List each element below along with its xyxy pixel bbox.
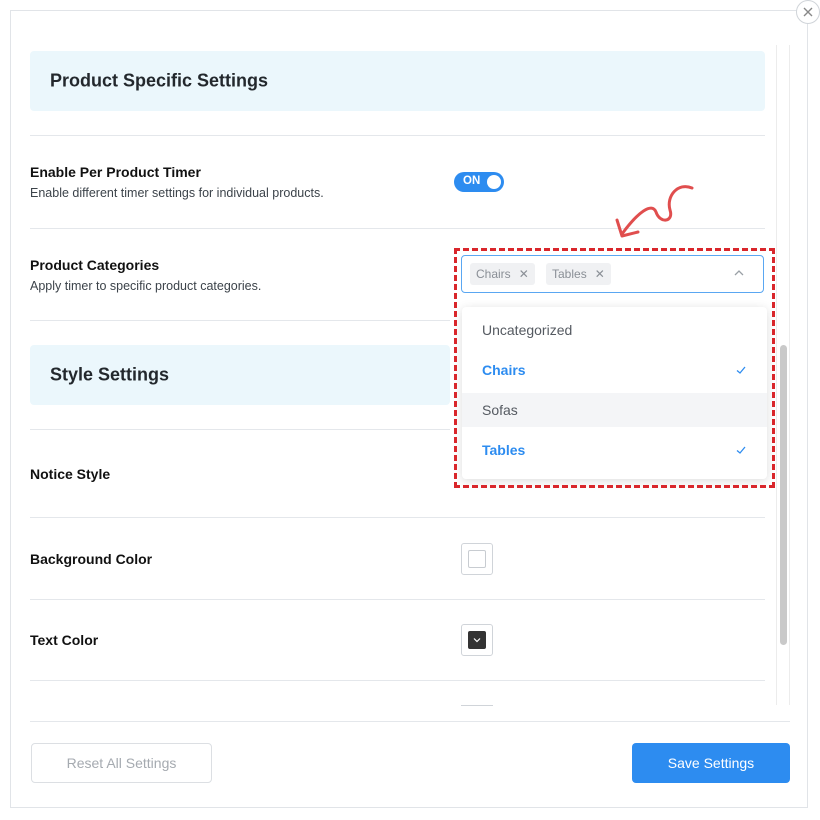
per-product-timer-toggle[interactable]: ON: [454, 172, 504, 192]
chip-label: Tables: [552, 267, 587, 281]
divider: [30, 135, 765, 136]
text-color-preview: [468, 631, 486, 649]
reset-all-settings-button[interactable]: Reset All Settings: [31, 743, 212, 783]
background-color-picker[interactable]: [461, 543, 493, 575]
save-settings-button[interactable]: Save Settings: [632, 743, 790, 783]
per-product-timer-description: Enable different timer settings for indi…: [30, 186, 324, 200]
check-icon: [736, 366, 746, 374]
chevron-up-icon[interactable]: [732, 266, 746, 280]
categories-dropdown: Uncategorized Chairs Sofas Tables: [462, 307, 767, 479]
option-label: Uncategorized: [482, 322, 573, 338]
remove-chip-icon[interactable]: ✕: [519, 267, 529, 281]
dropdown-option-uncategorized[interactable]: Uncategorized: [462, 313, 767, 347]
product-categories-label: Product Categories: [30, 257, 160, 273]
divider: [30, 320, 450, 321]
partial-color-picker: [461, 705, 493, 706]
close-button[interactable]: [796, 0, 820, 24]
footer-divider: [30, 721, 790, 722]
divider: [30, 599, 765, 600]
annotation-arrow-icon: [615, 185, 694, 238]
chip-label: Chairs: [476, 267, 511, 281]
dropdown-option-sofas[interactable]: Sofas: [462, 393, 767, 427]
notice-style-label: Notice Style: [30, 466, 111, 482]
scrollbar-thumb[interactable]: [780, 345, 787, 645]
option-label: Chairs: [482, 362, 526, 378]
category-chip: Chairs ✕: [470, 263, 535, 285]
product-settings-header: Product Specific Settings: [30, 51, 765, 111]
per-product-timer-label: Enable Per Product Timer: [30, 164, 201, 180]
toggle-knob: [487, 175, 501, 189]
divider: [30, 680, 765, 681]
dropdown-option-chairs[interactable]: Chairs: [462, 353, 767, 387]
divider: [30, 517, 765, 518]
background-color-preview: [468, 550, 486, 568]
option-label: Sofas: [482, 402, 518, 418]
check-icon: [736, 446, 746, 454]
style-settings-header: Style Settings: [30, 345, 450, 405]
text-color-picker[interactable]: [461, 624, 493, 656]
category-chip: Tables ✕: [546, 263, 611, 285]
divider: [30, 429, 450, 430]
background-color-label: Background Color: [30, 551, 153, 567]
toggle-state-text: ON: [463, 175, 481, 187]
remove-chip-icon[interactable]: ✕: [595, 267, 605, 281]
chevron-down-icon: [473, 638, 481, 643]
style-settings-title: Style Settings: [50, 364, 170, 385]
product-settings-title: Product Specific Settings: [50, 70, 269, 91]
close-icon: [803, 7, 813, 17]
categories-multiselect[interactable]: Chairs ✕ Tables ✕: [461, 255, 764, 293]
option-label: Tables: [482, 442, 526, 458]
text-color-label: Text Color: [30, 632, 99, 648]
dropdown-option-tables[interactable]: Tables: [462, 433, 767, 467]
product-categories-description: Apply timer to specific product categori…: [30, 279, 262, 293]
